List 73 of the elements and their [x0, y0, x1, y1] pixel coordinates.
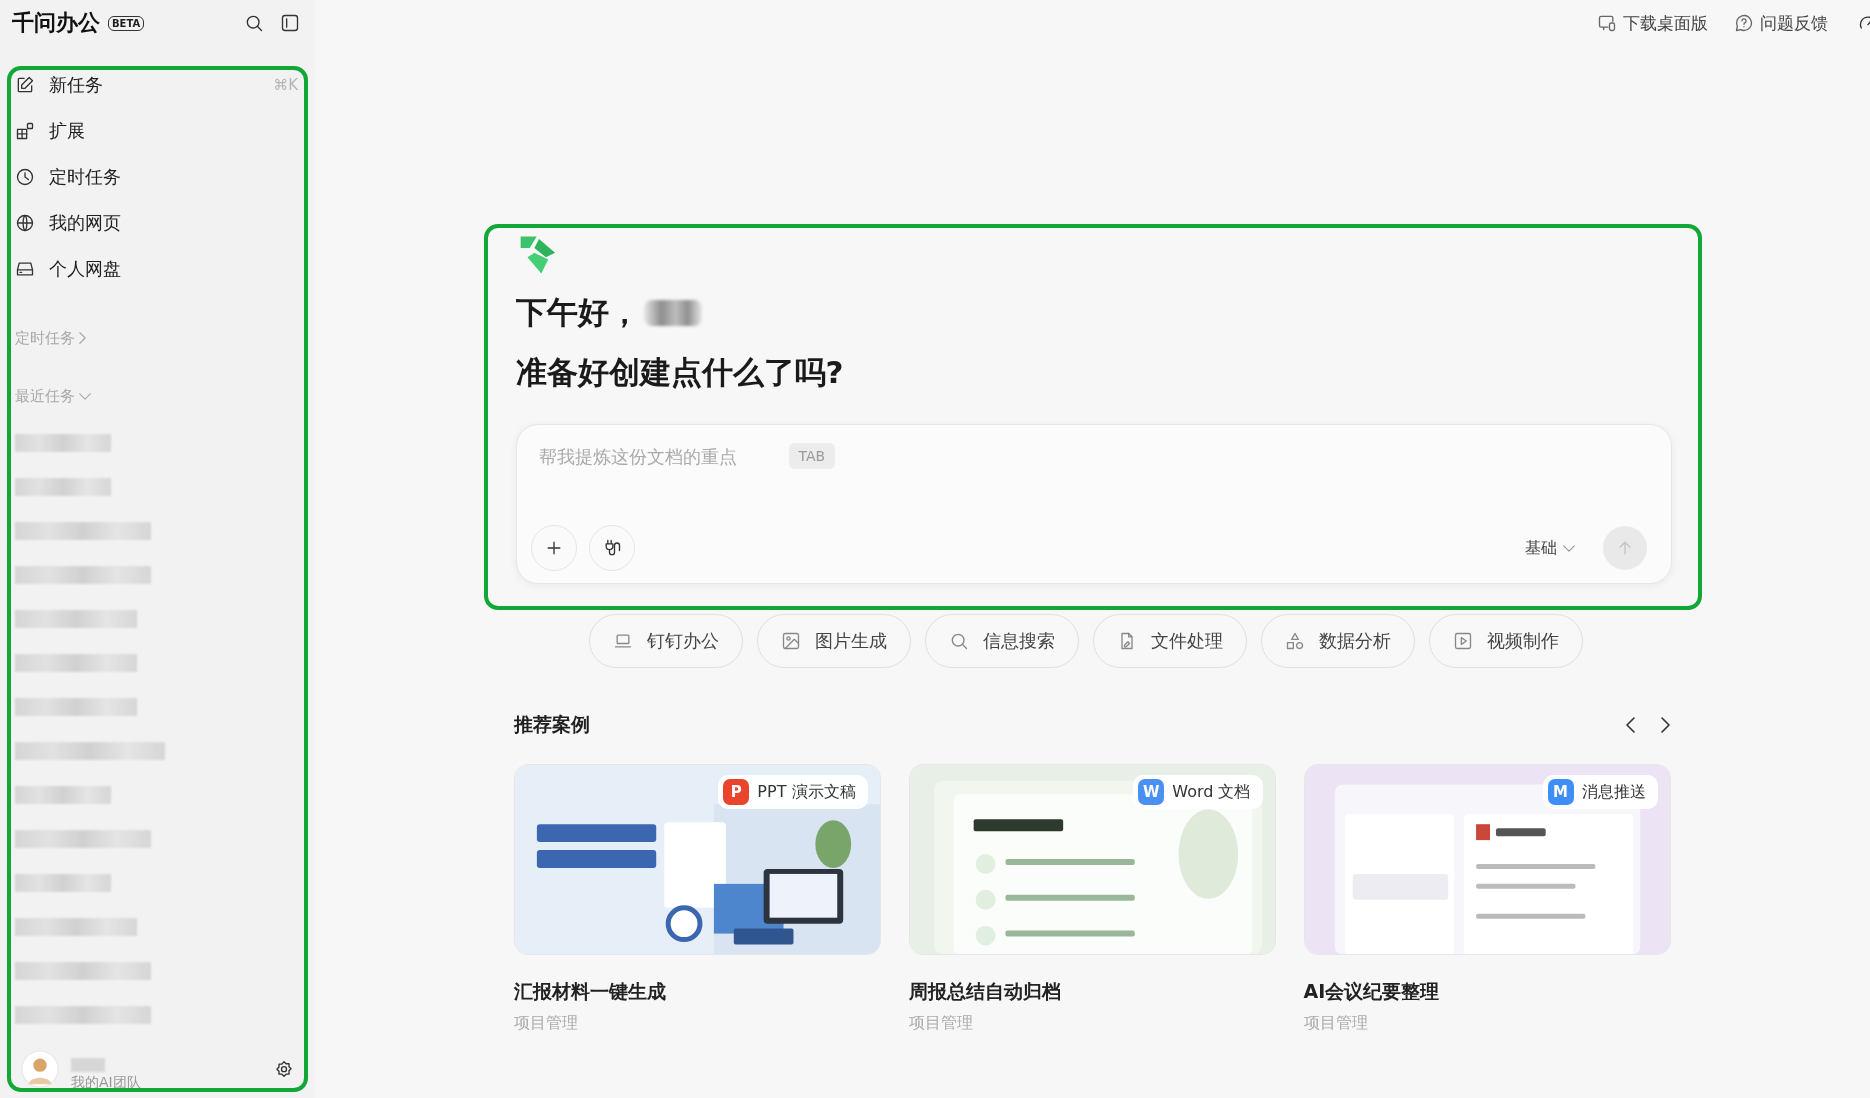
blurred-task[interactable] — [15, 654, 137, 672]
avatar — [21, 1050, 59, 1088]
file-type-icon: P — [723, 779, 750, 805]
blurred-name — [71, 1058, 105, 1072]
blurred-task[interactable] — [15, 918, 137, 936]
blurred-task[interactable] — [15, 434, 111, 452]
apps-icon — [15, 121, 35, 141]
quick-action-button[interactable]: 钉钉办公 — [588, 614, 743, 668]
sidebar-icon — [280, 13, 300, 33]
blurred-task[interactable] — [15, 962, 151, 980]
greeting: 下午好， — [515, 293, 640, 332]
monitor-phone-icon — [1597, 13, 1617, 33]
case-title[interactable]: AI会议纪要整理 — [1303, 979, 1440, 1005]
quick-action-button[interactable]: 图片生成 — [756, 614, 911, 668]
blurred-task[interactable] — [15, 478, 111, 496]
header-link[interactable]: 问题反馈 — [1734, 11, 1828, 35]
globe-icon — [15, 213, 35, 233]
image-icon — [780, 631, 801, 651]
quick-action-button[interactable]: 信息搜索 — [924, 614, 1079, 668]
previous-button[interactable] — [1623, 715, 1637, 735]
blurred-task[interactable] — [15, 786, 111, 804]
nav-item[interactable]: 定时任务 — [15, 154, 298, 200]
next-button[interactable] — [1658, 715, 1672, 735]
nav-item[interactable]: 扩展 — [15, 108, 298, 154]
play-icon — [1452, 631, 1473, 651]
tab-hint: TAB — [788, 443, 836, 469]
mode-dropdown[interactable]: 基础 — [1518, 536, 1581, 560]
file-type-label: 消息推送 — [1581, 781, 1646, 803]
quick-action-button[interactable]: 文件处理 — [1092, 614, 1247, 668]
case-category: 项目管理 — [513, 1013, 578, 1034]
file-type-icon: W — [1138, 779, 1165, 805]
help-icon — [1734, 13, 1754, 33]
blurred-task[interactable] — [15, 874, 111, 892]
shapes-icon — [1284, 631, 1305, 651]
case-category: 项目管理 — [908, 1013, 973, 1034]
blurred-task[interactable] — [15, 566, 151, 584]
headline: 准备好创建点什么了吗? — [515, 353, 845, 392]
blurred-task[interactable] — [15, 610, 137, 628]
send-button[interactable] — [1602, 526, 1647, 570]
prompt-input[interactable]: 帮我提炼这份文档的重点 — [538, 445, 779, 467]
clock-icon — [15, 167, 35, 187]
chevron-down-icon — [1562, 544, 1575, 552]
blurred-name — [643, 300, 702, 326]
header-link[interactable]: 下载桌面版 — [1597, 11, 1708, 35]
blurred-task[interactable] — [15, 742, 165, 760]
nav-item[interactable]: 个人网盘 — [15, 246, 298, 292]
chevron-left-icon — [1625, 717, 1635, 733]
quick-action-button[interactable]: 数据分析 — [1260, 614, 1415, 668]
connector-button[interactable] — [588, 525, 635, 571]
quick-action-button[interactable]: 视频制作 — [1428, 614, 1583, 668]
file-type-label: PPT 演示文稿 — [757, 781, 856, 803]
file-type-label: Word 文档 — [1172, 781, 1251, 803]
blurred-task[interactable] — [15, 1006, 151, 1024]
blurred-task[interactable] — [15, 522, 151, 540]
team-label: 我的AI团队 — [71, 1074, 141, 1088]
chevron-down-icon — [79, 392, 91, 400]
blurred-task[interactable] — [15, 830, 151, 848]
edit-icon — [15, 75, 35, 95]
chevron-right-icon — [1660, 717, 1670, 733]
nav-item[interactable]: 新任务 ⌘K — [15, 70, 298, 100]
nav-item[interactable]: 我的网页 — [15, 200, 298, 246]
section-title: 推荐案例 — [513, 712, 590, 737]
app-title: 千问办公 — [12, 9, 100, 37]
case-title[interactable]: 汇报材料一键生成 — [513, 979, 666, 1005]
add-button[interactable] — [530, 525, 577, 571]
blurred-task[interactable] — [15, 698, 137, 716]
search-icon — [244, 13, 264, 33]
file-type-icon: M — [1547, 779, 1574, 805]
case-title[interactable]: 周报总结自动归档 — [908, 979, 1061, 1005]
settings-icon — [274, 1060, 294, 1080]
case-category: 项目管理 — [1303, 1013, 1368, 1034]
chevron-right-icon — [79, 332, 86, 344]
beta-badge: BETA — [108, 15, 145, 31]
